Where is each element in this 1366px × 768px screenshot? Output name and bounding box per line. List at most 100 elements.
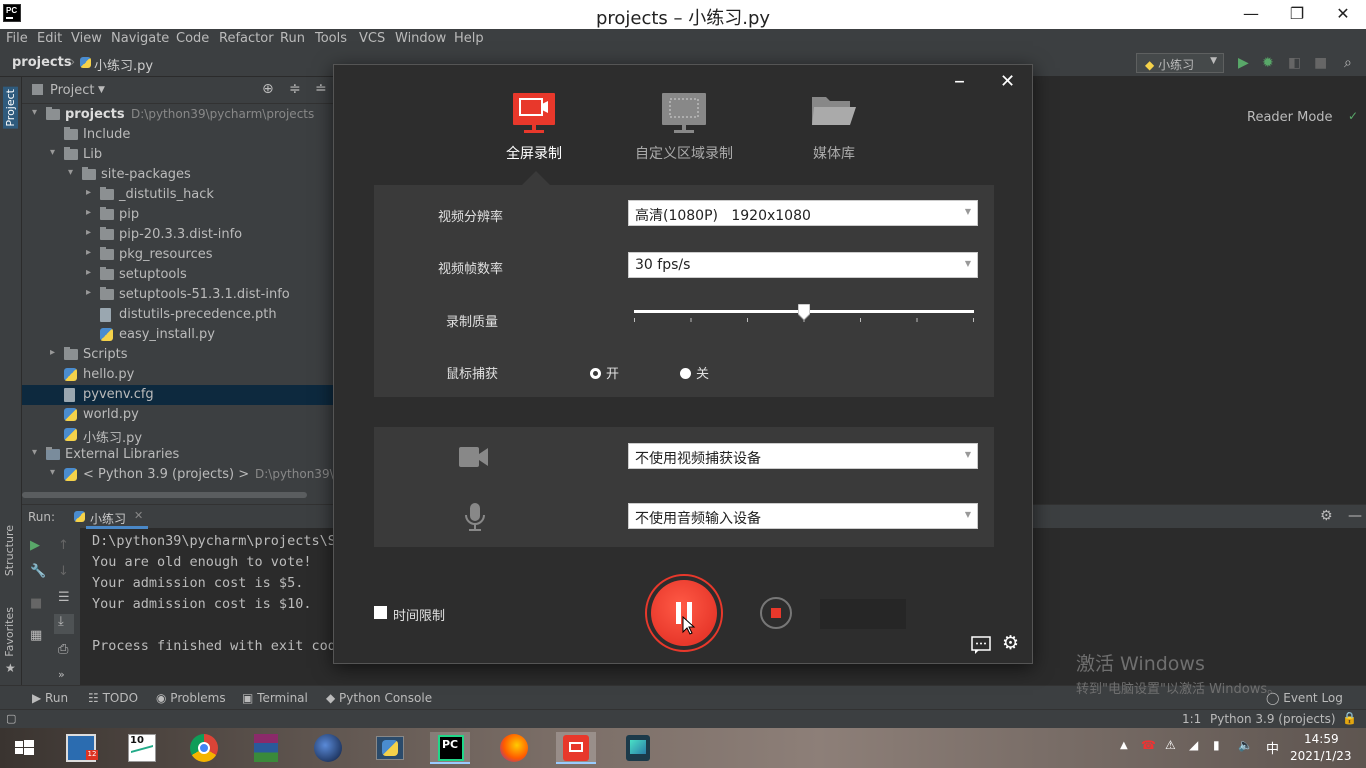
tree-item[interactable]: ▸ pip-20.3.3.dist-info bbox=[22, 225, 334, 245]
tree-item[interactable]: ▸ _distutils_hack bbox=[22, 185, 334, 205]
tree-item[interactable]: ▸ pip bbox=[22, 205, 334, 225]
tree-item[interactable]: ▸ Scripts bbox=[22, 345, 334, 365]
caret-position[interactable]: 1:1 bbox=[1182, 712, 1201, 726]
firefox-icon[interactable] bbox=[494, 732, 534, 764]
network-tray-icon[interactable]: ☎ bbox=[1141, 738, 1156, 752]
start-button[interactable] bbox=[4, 732, 44, 764]
tree-item[interactable]: Include bbox=[22, 125, 334, 145]
tree-item[interactable]: ▸ pkg_resources bbox=[22, 245, 334, 265]
menu-file[interactable]: File bbox=[6, 31, 28, 46]
tree-item[interactable]: ▾ site-packages bbox=[22, 165, 334, 185]
close-tab-icon[interactable]: ✕ bbox=[134, 509, 143, 522]
volume-tray-icon[interactable]: 🔈 bbox=[1238, 738, 1253, 752]
maximize-button[interactable]: ❐ bbox=[1274, 0, 1320, 29]
hide-panel-icon[interactable]: — bbox=[1348, 508, 1362, 524]
chrome-icon[interactable] bbox=[184, 732, 224, 764]
time-limit-checkbox[interactable] bbox=[374, 606, 387, 619]
show-hidden-icons[interactable]: ▲ bbox=[1120, 740, 1128, 751]
chevron-down-icon[interactable]: ▾ bbox=[68, 167, 73, 178]
tree-item[interactable]: 小练习.py bbox=[22, 425, 334, 445]
stop-icon[interactable]: ■ bbox=[30, 596, 42, 611]
tree-item[interactable]: ▾ Lib bbox=[22, 145, 334, 165]
toggle-panels-icon[interactable]: ▢ bbox=[6, 712, 16, 725]
resolution-select[interactable]: 高清(1080P) 1920x1080 ▼ bbox=[628, 200, 978, 226]
problems-tool-tab[interactable]: ◉ Problems bbox=[156, 691, 226, 705]
tree-item[interactable]: easy_install.py bbox=[22, 325, 334, 345]
menu-view[interactable]: View bbox=[71, 31, 102, 46]
project-panel-title[interactable]: Project bbox=[50, 83, 94, 98]
structure-tool-tab[interactable]: Structure bbox=[3, 525, 16, 576]
cinema4d-icon[interactable] bbox=[308, 732, 348, 764]
collapse-all-icon[interactable]: ≐ bbox=[315, 81, 327, 97]
menu-navigate[interactable]: Navigate bbox=[111, 31, 169, 46]
more-icon[interactable]: » bbox=[58, 668, 65, 681]
breadcrumb-project[interactable]: projects bbox=[12, 55, 72, 70]
pause-record-button[interactable] bbox=[645, 574, 723, 652]
filmora-icon[interactable] bbox=[618, 732, 658, 764]
chevron-right-icon[interactable]: ▸ bbox=[86, 207, 91, 218]
minimize-button[interactable]: — bbox=[1228, 0, 1274, 29]
scroll-to-end-icon[interactable] bbox=[54, 614, 74, 634]
python-console-tool-tab[interactable]: ◆ Python Console bbox=[326, 691, 432, 705]
tree-item[interactable]: pyvenv.cfg bbox=[22, 385, 334, 405]
screen-recorder-taskbar-icon[interactable] bbox=[556, 732, 596, 764]
tree-item[interactable]: ▾ < Python 3.9 (projects) > D:\python39\py… bbox=[22, 465, 334, 485]
chevron-down-icon[interactable]: ▾ bbox=[50, 147, 55, 158]
tree-item[interactable]: hello.py bbox=[22, 365, 334, 385]
wifi-tray-icon[interactable]: ◢ bbox=[1189, 738, 1198, 752]
tree-item[interactable]: distutils-precedence.pth bbox=[22, 305, 334, 325]
tab-media-library[interactable]: 媒体库 bbox=[774, 93, 894, 162]
terminal-tool-tab[interactable]: ▣ Terminal bbox=[242, 691, 308, 705]
tree-item[interactable]: world.py bbox=[22, 405, 334, 425]
run-tool-tab[interactable]: ▶ Run bbox=[32, 691, 68, 705]
chevron-right-icon[interactable]: ▸ bbox=[86, 267, 91, 278]
fps-select[interactable]: 30 fps/s ▼ bbox=[628, 252, 978, 278]
chevron-right-icon[interactable]: ▸ bbox=[86, 287, 91, 298]
stock-app-icon[interactable]: 10 bbox=[122, 732, 162, 764]
chevron-right-icon[interactable]: ▸ bbox=[86, 227, 91, 238]
close-button[interactable]: ✕ bbox=[1320, 0, 1366, 29]
quality-slider[interactable] bbox=[634, 301, 974, 331]
project-tool-tab[interactable]: Project bbox=[3, 87, 18, 129]
ime-indicator[interactable]: 中 bbox=[1266, 738, 1279, 757]
chevron-right-icon[interactable]: ▸ bbox=[86, 187, 91, 198]
breadcrumb-file[interactable]: 小练习.py bbox=[94, 55, 153, 74]
stop-icon[interactable]: ■ bbox=[1314, 55, 1327, 71]
menu-tools[interactable]: Tools bbox=[315, 31, 347, 46]
scrollbar-thumb[interactable] bbox=[22, 492, 307, 498]
tree-item[interactable]: ▾ External Libraries bbox=[22, 445, 334, 465]
search-everywhere-icon[interactable]: ⌕ bbox=[1344, 55, 1352, 71]
settings-gear-icon[interactable]: ⚙ bbox=[1320, 508, 1333, 524]
tab-custom-region-record[interactable]: 自定义区域录制 bbox=[624, 93, 744, 162]
layout-icon[interactable]: ▦ bbox=[30, 628, 42, 643]
cursor-capture-on-radio[interactable]: 开 bbox=[590, 363, 619, 382]
run-tab-label[interactable]: 小练习 bbox=[90, 510, 126, 527]
taskbar-time[interactable]: 14:59 bbox=[1304, 732, 1339, 746]
lock-icon[interactable]: 🔒 bbox=[1342, 711, 1357, 725]
project-horizontal-scrollbar[interactable] bbox=[22, 486, 334, 504]
chevron-down-icon[interactable]: ▾ bbox=[32, 107, 37, 118]
menu-help[interactable]: Help bbox=[454, 31, 484, 46]
debug-icon[interactable]: ✹ bbox=[1262, 55, 1274, 71]
feedback-icon[interactable] bbox=[971, 636, 991, 654]
menu-code[interactable]: Code bbox=[176, 31, 209, 46]
chevron-right-icon[interactable]: ▸ bbox=[50, 347, 55, 358]
video-device-select[interactable]: 不使用视频捕获设备 ▼ bbox=[628, 443, 978, 469]
coverage-icon[interactable]: ◧ bbox=[1288, 55, 1301, 71]
menu-run[interactable]: Run bbox=[280, 31, 305, 46]
locate-file-icon[interactable]: ⊕ bbox=[262, 81, 274, 97]
calendar-app-icon[interactable]: 12 bbox=[62, 732, 102, 764]
scroll-up-icon[interactable]: ↑ bbox=[58, 538, 69, 553]
winrar-icon[interactable] bbox=[246, 732, 286, 764]
menu-vcs[interactable]: VCS bbox=[359, 31, 385, 46]
interpreter-status[interactable]: Python 3.9 (projects) bbox=[1210, 712, 1336, 726]
expand-all-icon[interactable]: ≑ bbox=[289, 81, 301, 97]
settings-gear-icon[interactable]: ⚙ bbox=[1002, 632, 1019, 654]
run-icon[interactable]: ▶ bbox=[1238, 55, 1249, 71]
run-configuration-select[interactable]: ◆ 小练习 ▼ bbox=[1136, 53, 1224, 73]
favorites-tool-tab[interactable]: Favorites bbox=[3, 607, 16, 657]
menu-refactor[interactable]: Refactor bbox=[219, 31, 274, 46]
tree-item[interactable]: ▾ projects D:\python39\pycharm\projects bbox=[22, 105, 334, 125]
print-icon[interactable]: ⎙ bbox=[58, 642, 68, 657]
menu-window[interactable]: Window bbox=[395, 31, 446, 46]
